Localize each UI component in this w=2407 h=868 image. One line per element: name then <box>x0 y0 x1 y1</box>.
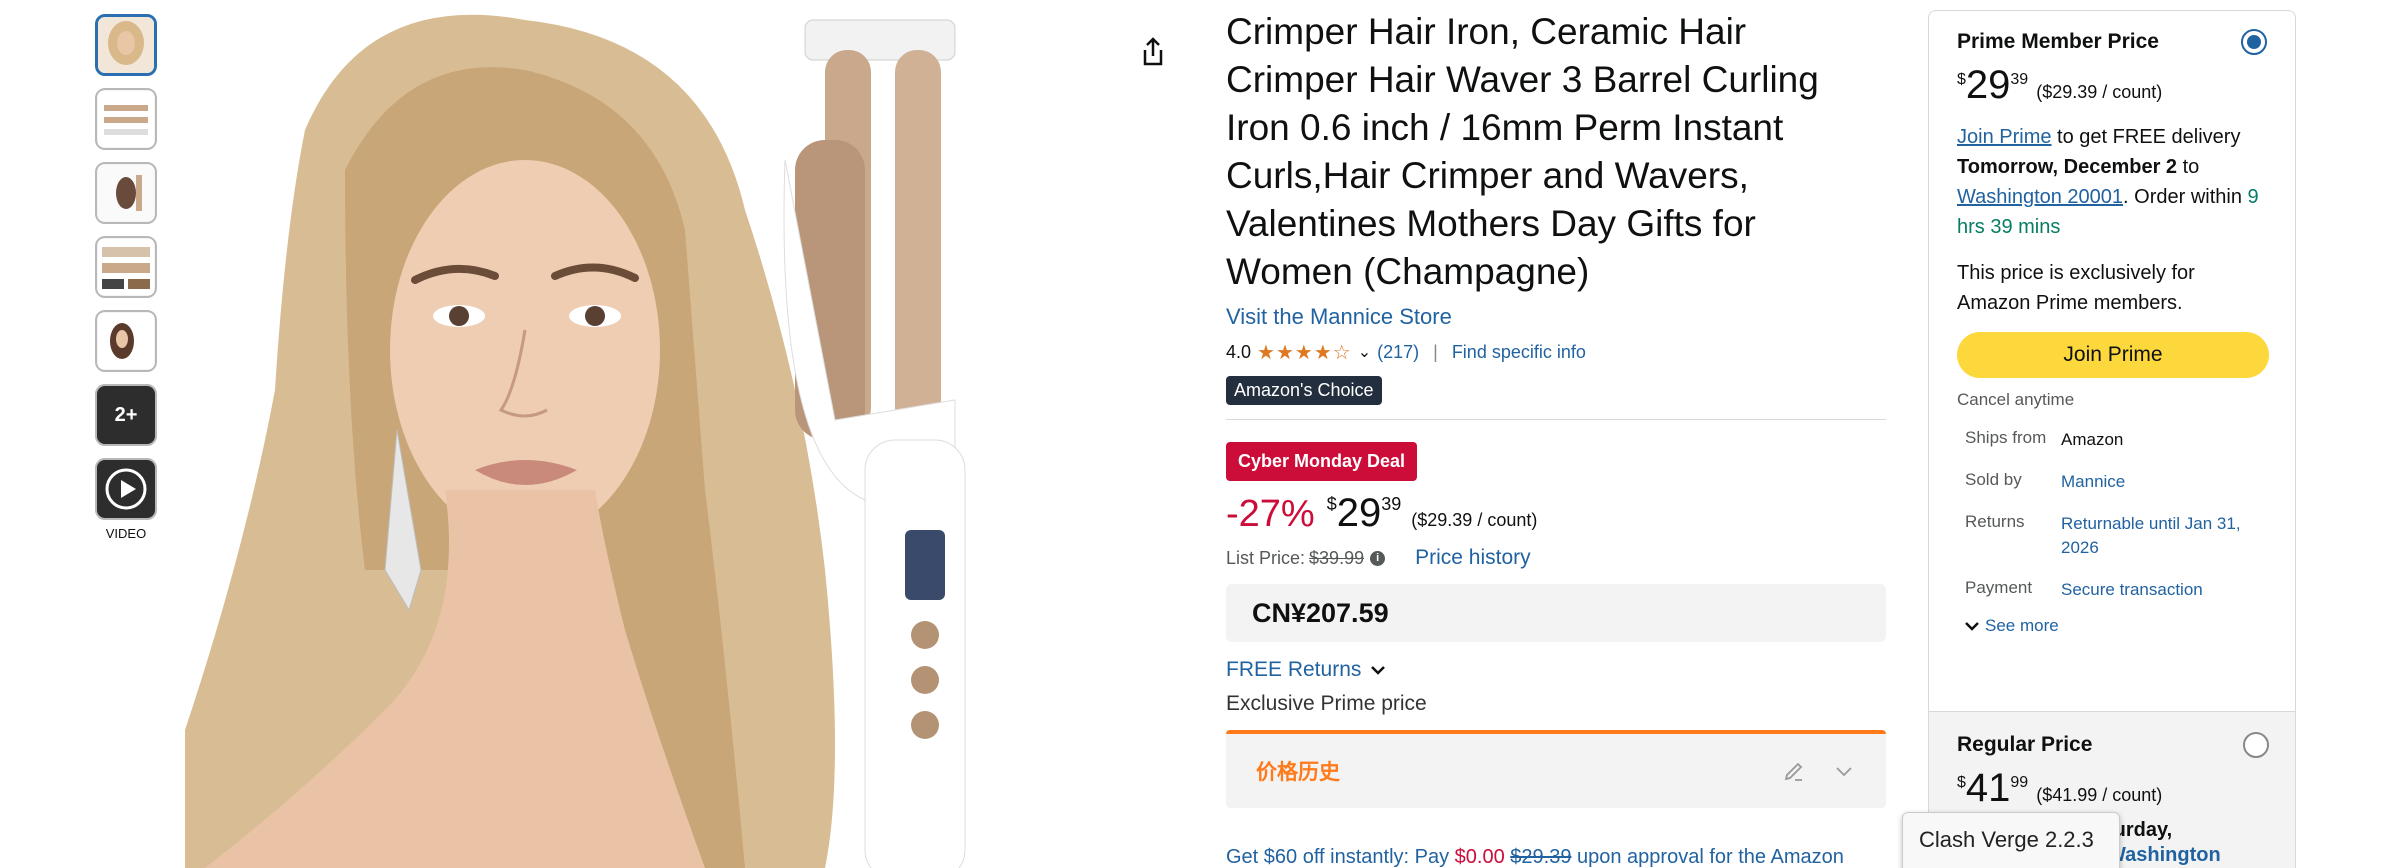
prime-price: $ 29 39 ($29.39 / count) <box>1957 63 2267 108</box>
price-whole: 29 <box>1965 63 2011 107</box>
price-per-count: ($41.99 / count) <box>2036 785 2163 805</box>
delivery-date: Tomorrow, December 2 <box>1957 156 2178 178</box>
discount-percent: -27% <box>1226 493 1315 535</box>
offer-strike-price: $29.39 <box>1510 846 1572 868</box>
delivery-text-2: to <box>2177 156 2200 178</box>
thumbnail-strip: 2+ VIDEO <box>95 14 159 541</box>
location-link[interactable]: Washington 20001 <box>1957 186 2123 208</box>
payment-label: Payment <box>1965 578 2033 597</box>
currency-symbol: $ <box>1957 774 1966 791</box>
price-row: -27% $ 29 39 ($29.39 / count) <box>1226 491 1886 536</box>
deal-badge: Cyber Monday Deal <box>1226 442 1418 481</box>
see-more-link[interactable]: See more <box>1957 616 2267 636</box>
rating-row: 4.0 ★★★★☆ ⌄ (217) | Find specific info <box>1226 338 1886 366</box>
chevron-down-icon[interactable]: ⌄ <box>1358 342 1371 362</box>
prime-price-option[interactable]: Prime Member Price <box>1957 29 2267 55</box>
divider <box>1226 419 1886 420</box>
cancel-anytime: Cancel anytime <box>1957 390 2075 409</box>
edit-icon[interactable] <box>1782 759 1806 783</box>
star-rating-icon[interactable]: ★★★★☆ <box>1257 340 1352 365</box>
store-card-offer[interactable]: Get $60 off instantly: Pay $0.00 $29.39 … <box>1226 842 1886 868</box>
thumbnail-1[interactable] <box>95 14 157 76</box>
prime-price-radio[interactable] <box>2241 29 2267 55</box>
store-link[interactable]: Visit the Mannice Store <box>1226 304 1886 330</box>
price-history-link[interactable]: Price history <box>1415 546 1531 570</box>
info-icon[interactable]: i <box>1370 550 1386 566</box>
chevron-down-icon <box>1371 666 1386 675</box>
ships-from-label: Ships from <box>1965 428 2047 447</box>
delivery-text-1: to get FREE delivery <box>2051 126 2241 148</box>
amazons-choice-badge: Amazon's Choice <box>1226 376 1382 405</box>
exclusive-note: This price is exclusively for Amazon Pri… <box>1957 262 2195 314</box>
currency-symbol: $ <box>1326 494 1337 514</box>
thumbnail-video[interactable] <box>95 458 157 520</box>
product-details: Crimper Hair Iron, Ceramic Hair Crimper … <box>1226 8 1886 868</box>
thumbnail-4[interactable] <box>95 236 157 298</box>
converted-price-box: CN¥207.59 <box>1226 584 1886 642</box>
thumbnail-more[interactable]: 2+ <box>95 384 157 446</box>
more-images-label: 2+ <box>114 403 138 426</box>
price-whole: 29 <box>1336 491 1382 535</box>
thumbnail-3[interactable] <box>95 162 157 224</box>
currency-symbol: $ <box>1957 71 1966 88</box>
buy-box: Prime Member Price $ 29 39 ($29.39 / cou… <box>1928 10 2296 868</box>
product-title: Crimper Hair Iron, Ceramic Hair Crimper … <box>1226 11 1819 292</box>
returns-label: Returns <box>1965 512 2025 531</box>
main-product-image[interactable] <box>185 10 1105 868</box>
video-label: VIDEO <box>105 526 147 541</box>
price-fraction: 39 <box>2010 71 2029 88</box>
sold-by-link[interactable]: Mannice <box>2061 470 2267 494</box>
returns-link[interactable]: Returnable until Jan 31, 2026 <box>2061 512 2267 560</box>
rating-count-link[interactable]: (217) <box>1377 342 1419 363</box>
delivery-text-3: . Order within <box>2123 186 2248 208</box>
tooltip: Clash Verge 2.2.3 <box>1902 812 2120 868</box>
price-history-panel[interactable]: 价格历史 <box>1226 730 1886 808</box>
chevron-down-icon[interactable] <box>1832 759 1856 783</box>
regular-price-radio[interactable] <box>2243 732 2269 758</box>
list-price-row: List Price: $39.99 i Price history <box>1226 546 1886 570</box>
offer-pay-amount: $0.00 <box>1454 846 1505 868</box>
thumbnail-5[interactable] <box>95 310 157 372</box>
regular-price: $ 41 99 ($41.99 / count) <box>1957 766 2269 811</box>
prime-price-title: Prime Member Price <box>1957 30 2159 53</box>
list-price: $39.99 <box>1309 547 1365 568</box>
join-prime-button[interactable]: Join Prime <box>1957 332 2269 378</box>
offer-text-1: Get $60 off instantly: Pay <box>1226 846 1455 868</box>
ships-from-value: Amazon <box>2061 430 2124 449</box>
join-prime-link[interactable]: Join Prime <box>1957 126 2051 148</box>
chevron-down-icon <box>1965 622 1979 631</box>
price-fraction: 39 <box>1381 494 1402 514</box>
thumbnail-2[interactable] <box>95 88 157 150</box>
free-returns-label: FREE Returns <box>1226 658 1362 681</box>
price-per-count: ($29.39 / count) <box>2036 82 2163 102</box>
find-info-link[interactable]: Find specific info <box>1452 342 1586 363</box>
delivery-info: Join Prime to get FREE delivery Tomorrow… <box>1957 122 2267 242</box>
share-icon[interactable] <box>1135 34 1171 70</box>
list-price-label: List Price: <box>1226 547 1306 568</box>
see-more-label: See more <box>1985 616 2059 635</box>
separator: | <box>1433 341 1438 362</box>
price-whole: 41 <box>1965 766 2011 810</box>
payment-link[interactable]: Secure transaction <box>2061 578 2267 602</box>
price-fraction: 99 <box>2010 774 2029 791</box>
seller-info-table: Ships from Amazon Sold by Mannice Return… <box>1957 428 2267 602</box>
sold-by-label: Sold by <box>1965 470 2022 489</box>
exclusive-prime-price: Exclusive Prime price <box>1226 692 1427 715</box>
free-returns-link[interactable]: FREE Returns <box>1226 658 1886 682</box>
price-history-cn-label: 价格历史 <box>1256 761 1340 784</box>
play-icon <box>105 468 147 510</box>
rating-value: 4.0 <box>1226 341 1252 362</box>
converted-price: CN¥207.59 <box>1252 598 1389 628</box>
price-per-count: ($29.39 / count) <box>1411 510 1538 530</box>
regular-price-title: Regular Price <box>1957 733 2093 756</box>
